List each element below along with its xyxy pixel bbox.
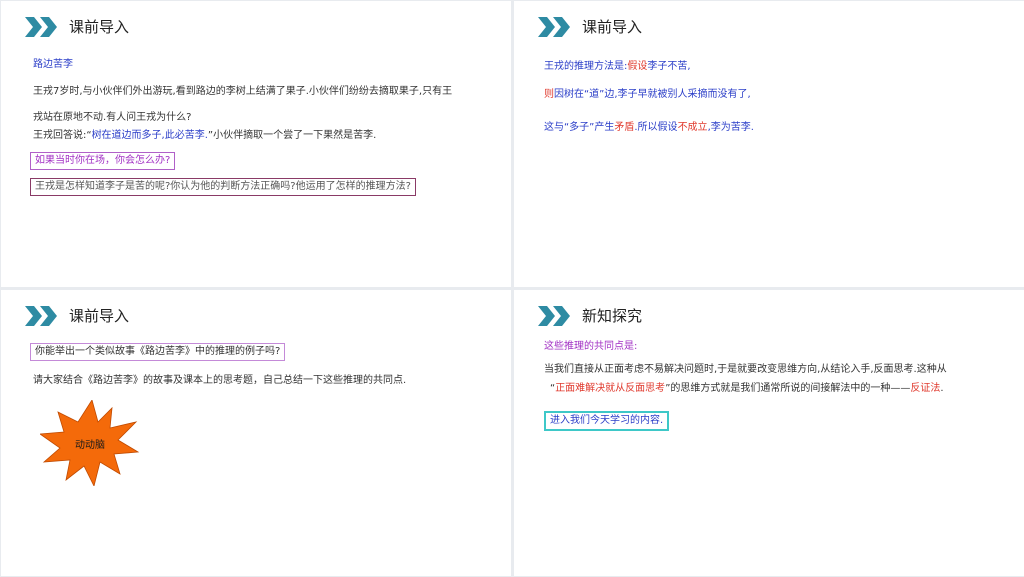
double-chevron-icon bbox=[538, 306, 570, 326]
answer-prefix: 王戎回答说:“ bbox=[33, 130, 92, 141]
slide-title: 课前导入 bbox=[69, 18, 130, 36]
question-box-1: 如果当时你在场，你会怎么办? bbox=[30, 152, 176, 170]
story-paragraph-line-2: 戎站在原地不动.有人问王戎为什么? bbox=[33, 112, 192, 123]
slide-title: 课前导入 bbox=[582, 18, 643, 36]
burst-label: 动动脑 bbox=[75, 438, 105, 451]
question-box: 你能举出一个类似故事《路边苦李》中的推理的例子吗? bbox=[30, 343, 286, 361]
double-chevron-icon bbox=[25, 17, 57, 37]
keyword-reverse-thinking: 正面难解决就从反面思考 bbox=[555, 383, 666, 394]
reasoning-text: 因树在“道”边,李子早就被别人采摘而没有了, bbox=[554, 89, 751, 100]
story-heading: 路边苦李 bbox=[33, 59, 73, 70]
explanation-line-2: “正面难解决就从反面思考”的思维方式就是我们通常所说的间接解法中的一种——反证法… bbox=[550, 382, 944, 396]
reasoning-text: .所以假设 bbox=[634, 122, 678, 133]
instruction-text: 请大家结合《路边苦李》的故事及课本上的思考题，自己总结一下这些推理的共同点. bbox=[33, 375, 407, 386]
reasoning-text: ,李为苦李. bbox=[707, 122, 754, 133]
answer-quote: 树在道边而多子,此必苦李. bbox=[91, 130, 208, 141]
slide-title: 新知探究 bbox=[582, 307, 643, 325]
common-point-heading: 这些推理的共同点是: bbox=[544, 341, 638, 352]
double-chevron-icon bbox=[25, 306, 57, 326]
keyword-invalid: 不成立 bbox=[677, 122, 708, 133]
keyword-proof-by-contradiction: 反证法 bbox=[910, 383, 941, 394]
reasoning-text: 王戎的推理方法是: bbox=[544, 61, 628, 72]
brainstorm-burst: 动动脑 bbox=[40, 400, 140, 486]
story-paragraph-line-1: 王戎7岁时,与小伙伴们外出游玩,看到路边的李树上结满了果子.小伙伴们纷纷去摘取果… bbox=[33, 86, 453, 97]
question-box-2: 王戎是怎样知道李子是苦的呢?你认为他的判断方法正确吗?他运用了怎样的推理方法? bbox=[30, 178, 416, 196]
explanation-text: ”的思维方式就是我们通常所说的间接解法中的一种—— bbox=[665, 383, 911, 394]
reasoning-line-3: 这与“多子”产生矛盾.所以假设不成立,李为苦李. bbox=[544, 121, 754, 135]
reasoning-line-2: 则因树在“道”边,李子早就被别人采摘而没有了, bbox=[544, 88, 751, 102]
reasoning-line-1: 王戎的推理方法是:假设李子不苦, bbox=[544, 60, 691, 74]
reasoning-text: 这与“多子”产生 bbox=[544, 122, 615, 133]
answer-suffix: ”小伙伴摘取一个尝了一下果然是苦李. bbox=[207, 130, 377, 141]
slide-2[interactable]: 课前导入 王戎的推理方法是:假设李子不苦, 则因树在“道”边,李子早就被别人采摘… bbox=[514, 1, 1024, 287]
lesson-entry-box: 进入我们今天学习的内容. bbox=[544, 411, 670, 431]
reasoning-text: 李子不苦, bbox=[647, 61, 691, 72]
double-chevron-icon bbox=[538, 17, 570, 37]
keyword-contradiction: 矛盾 bbox=[614, 122, 635, 133]
keyword-assume: 假设 bbox=[627, 61, 648, 72]
keyword-then: 则 bbox=[544, 89, 554, 100]
slide-4[interactable]: 新知探究 这些推理的共同点是: 当我们直接从正面考虑不易解决问题时,于是就要改变… bbox=[514, 290, 1024, 576]
slide-1[interactable]: 课前导入 路边苦李 王戎7岁时,与小伙伴们外出游玩,看到路边的李树上结满了果子.… bbox=[1, 1, 511, 287]
period: . bbox=[940, 383, 944, 394]
slide-title: 课前导入 bbox=[69, 307, 130, 325]
explanation-line-1: 当我们直接从正面考虑不易解决问题时,于是就要改变思维方向,从结论入手,反面思考.… bbox=[544, 364, 947, 375]
story-paragraph-line-3: 王戎回答说:“树在道边而多子,此必苦李.”小伙伴摘取一个尝了一下果然是苦李. bbox=[33, 129, 376, 143]
